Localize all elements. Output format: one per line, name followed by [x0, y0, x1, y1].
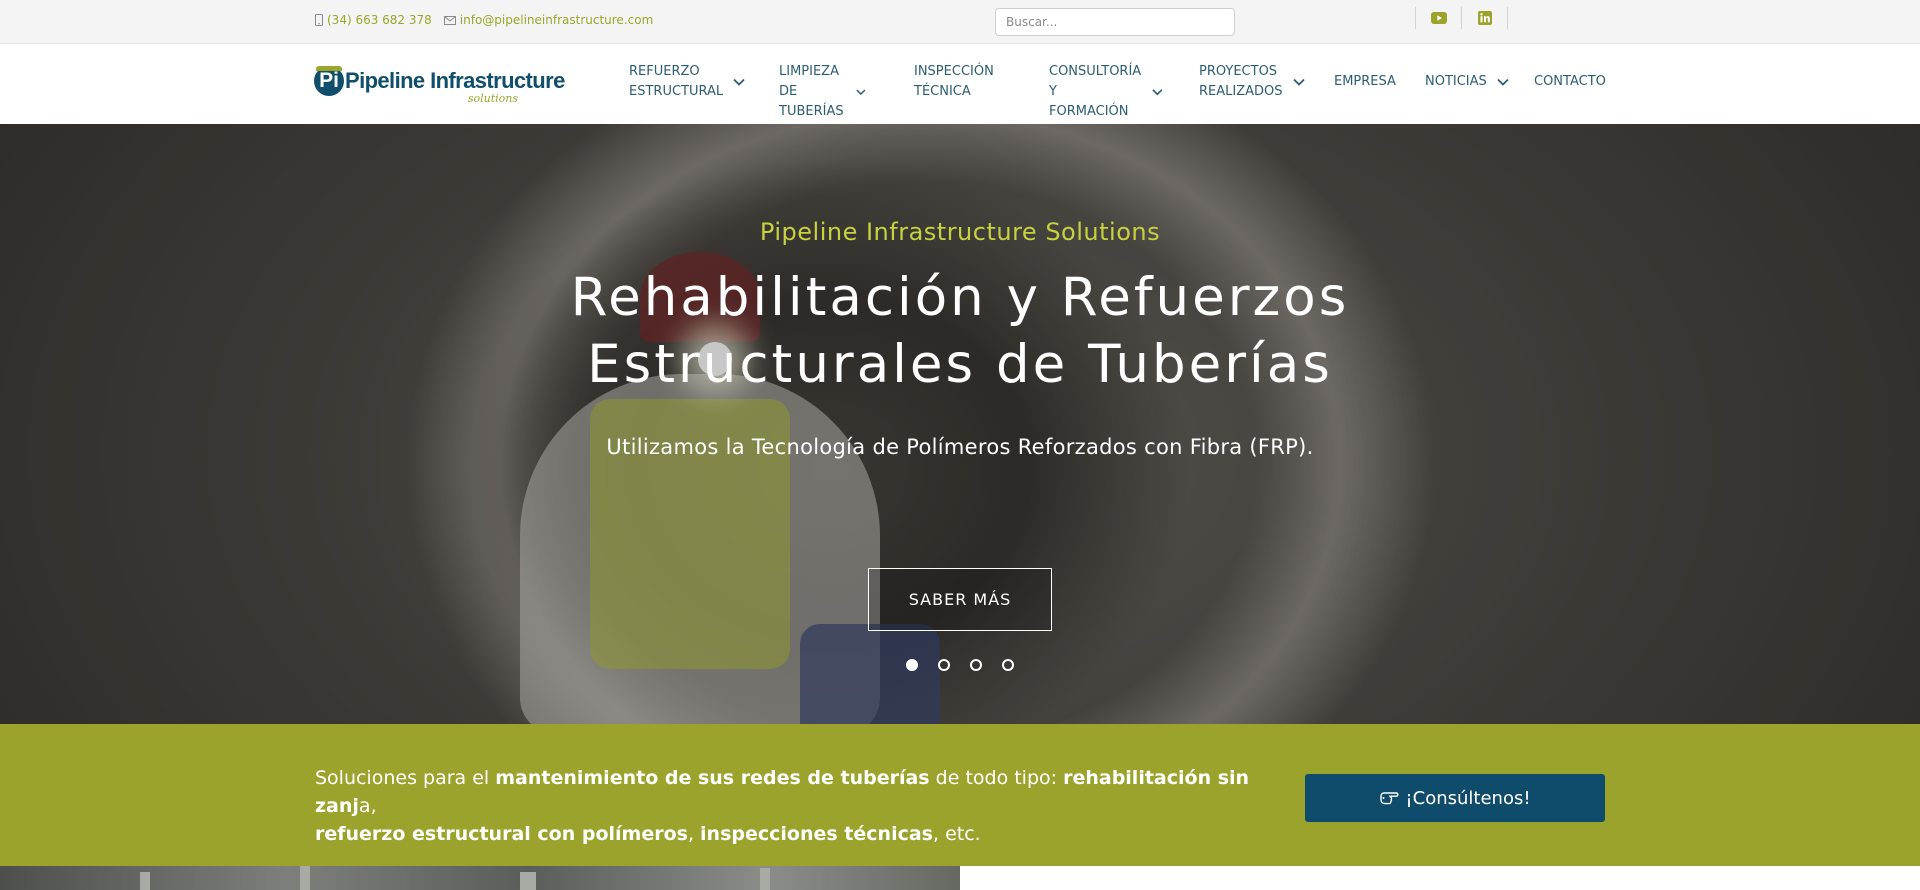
- hero-title-line-1: Rehabilitación y Refuerzos: [570, 267, 1350, 328]
- youtube-link[interactable]: [1416, 7, 1461, 29]
- site-logo[interactable]: Pi Pipeline Infrastructure solutions: [314, 64, 565, 106]
- chevron-down-icon: [856, 89, 866, 96]
- envelope-icon: [443, 15, 456, 25]
- consultenos-button[interactable]: ¡Consúltenos!: [1305, 774, 1605, 822]
- hero-title: Rehabilitación y Refuerzos Estructurales…: [0, 264, 1920, 398]
- hero-title-line-2: Estructurales de Tuberías: [587, 334, 1333, 395]
- cta-label: ¡Consúltenos!: [1405, 787, 1531, 809]
- slider-dots: [906, 659, 1014, 671]
- nav-item-proyectos-realizados[interactable]: PROYECTOS REALIZADOS: [1199, 62, 1305, 102]
- top-bar: (34) 663 682 378 info@pipelineinfrastruc…: [0, 0, 1920, 44]
- nav-item-contacto[interactable]: CONTACTO: [1534, 72, 1606, 92]
- slider-dot-4[interactable]: [1002, 659, 1014, 671]
- nav-item-label: REFUERZO ESTRUCTURAL: [629, 64, 724, 99]
- divider: [1507, 7, 1508, 29]
- nav-item-label: CONTACTO: [1534, 74, 1606, 89]
- band-text-bold: inspecciones técnicas: [700, 823, 933, 845]
- social-links: [1415, 7, 1508, 29]
- linkedin-icon: [1477, 11, 1492, 25]
- email-address: info@pipelineinfrastructure.com: [459, 13, 654, 27]
- slider-dot-2[interactable]: [938, 659, 950, 671]
- logo-name: Pipeline Infrastructure: [345, 68, 565, 93]
- cta-band-text: Soluciones para el mantenimiento de sus …: [315, 764, 1255, 848]
- nav-item-refuerzo-estructural[interactable]: REFUERZO ESTRUCTURAL: [629, 62, 745, 102]
- nav-item-label: NOTICIAS: [1425, 74, 1487, 89]
- band-text-part: ,: [687, 823, 701, 845]
- band-text-part: , etc.: [932, 823, 981, 845]
- band-text-bold: mantenimiento de sus redes de tuberías: [495, 767, 930, 789]
- nav-item-consultoria-y-formacion[interactable]: CONSULTORÍA Y FORMACIÓN: [1049, 62, 1163, 122]
- hero-description: Utilizamos la Tecnología de Polímeros Re…: [606, 435, 1314, 459]
- building: [520, 872, 536, 890]
- chevron-down-icon: [1497, 78, 1509, 86]
- mobile-phone-icon: [315, 14, 323, 26]
- search-input[interactable]: [995, 8, 1235, 36]
- slider-dot-3[interactable]: [970, 659, 982, 671]
- nav-item-label: EMPRESA: [1334, 74, 1396, 89]
- nav-item-inspeccion-tecnica[interactable]: INSPECCIÓN TÉCNICA: [914, 62, 994, 102]
- band-text-part: de todo tipo:: [929, 767, 1064, 789]
- nav-item-label: LIMPIEZA DE TUBERÍAS: [779, 64, 844, 119]
- chevron-down-icon: [1292, 78, 1305, 86]
- nav-item-label: PROYECTOS REALIZADOS: [1199, 64, 1283, 99]
- hero-subtitle: Pipeline Infrastructure Solutions: [759, 218, 1161, 246]
- email-link[interactable]: info@pipelineinfrastructure.com: [443, 13, 654, 27]
- pointing-hand-icon: [1380, 792, 1399, 805]
- logo-tagline: solutions: [467, 92, 518, 105]
- nav-item-label: INSPECCIÓN TÉCNICA: [914, 64, 994, 99]
- band-text-bold: refuerzo estructural con polímeros: [315, 823, 688, 845]
- band-text-part: a,: [358, 795, 377, 817]
- youtube-icon: [1430, 12, 1447, 24]
- chevron-down-icon: [733, 78, 745, 86]
- slider-dot-1[interactable]: [906, 659, 918, 671]
- phone-number: (34) 663 682 378: [327, 13, 432, 27]
- nav-item-limpieza-de-tuberias[interactable]: LIMPIEZA DE TUBERÍAS: [779, 62, 866, 122]
- cta-band: Soluciones para el mantenimiento de sus …: [0, 724, 1920, 866]
- linkedin-link[interactable]: [1462, 7, 1507, 29]
- logo-badge: Pi: [314, 66, 344, 96]
- phone-link[interactable]: (34) 663 682 378: [315, 13, 432, 27]
- building: [140, 872, 150, 890]
- main-header: Pi Pipeline Infrastructure solutions REF…: [0, 44, 1920, 124]
- nav-item-noticias[interactable]: NOTICIAS: [1425, 72, 1509, 92]
- building: [300, 866, 310, 890]
- building: [760, 868, 770, 890]
- hero-slider: Pipeline Infrastructure Solutions Rehabi…: [0, 124, 1920, 724]
- band-text-part: Soluciones para el: [315, 767, 496, 789]
- hero-overlay: [0, 124, 1920, 724]
- contact-info: (34) 663 682 378 info@pipelineinfrastruc…: [315, 0, 653, 40]
- nav-item-label: CONSULTORÍA Y FORMACIÓN: [1049, 64, 1142, 119]
- nav-item-empresa[interactable]: EMPRESA: [1334, 72, 1396, 92]
- chevron-down-icon: [1152, 89, 1163, 96]
- city-image-preview: [0, 866, 960, 890]
- saber-mas-button[interactable]: SABER MÁS: [868, 568, 1052, 631]
